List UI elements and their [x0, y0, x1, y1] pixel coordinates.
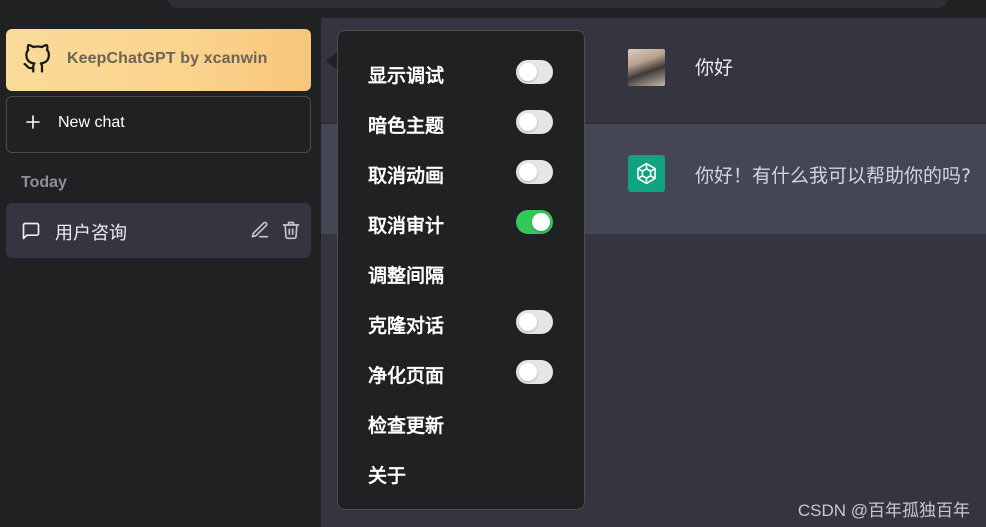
- menu-item-label: 关于: [368, 465, 407, 487]
- keepchatgpt-settings-menu: 显示调试 暗色主题 取消动画 取消审计 调整间隔 克隆对话 净化页面 检查更新 …: [337, 30, 585, 510]
- assistant-avatar: [628, 155, 665, 192]
- toggle-knob: [519, 113, 537, 131]
- toggle-knob: [532, 213, 550, 231]
- disable-audit-toggle[interactable]: [516, 210, 553, 234]
- toggle-knob: [519, 363, 537, 381]
- menu-item-clean-page[interactable]: 净化页面: [368, 357, 568, 387]
- menu-item-label: 暗色主题: [368, 115, 445, 137]
- github-icon: [23, 44, 50, 73]
- menu-item-show-debug[interactable]: 显示调试: [368, 57, 568, 87]
- openai-logo-icon: [637, 162, 656, 185]
- top-bar: [0, 0, 986, 18]
- menu-item-disable-audit[interactable]: 取消审计: [368, 207, 568, 237]
- toggle-knob: [519, 63, 537, 81]
- chat-title: 用户咨询: [55, 223, 127, 244]
- disable-animation-toggle[interactable]: [516, 160, 553, 184]
- clean-page-toggle[interactable]: [516, 360, 553, 384]
- menu-item-label: 克隆对话: [368, 315, 445, 337]
- menu-item-clone-conversation[interactable]: 克隆对话: [368, 307, 568, 337]
- chat-list-item[interactable]: 用户咨询: [6, 203, 311, 258]
- section-label-today: Today: [21, 174, 67, 191]
- menu-item-label: 取消动画: [368, 165, 445, 187]
- new-chat-button[interactable]: New chat: [6, 96, 311, 153]
- trash-icon[interactable]: [281, 220, 301, 240]
- menu-item-disable-animation[interactable]: 取消动画: [368, 157, 568, 187]
- message-square-icon: [22, 222, 40, 240]
- plus-icon: [26, 115, 40, 129]
- menu-item-label: 调整间隔: [368, 265, 445, 287]
- keepchatgpt-brand-button[interactable]: KeepChatGPT by xcanwin: [6, 29, 311, 91]
- show-debug-toggle[interactable]: [516, 60, 553, 84]
- menu-item-dark-theme[interactable]: 暗色主题: [368, 107, 568, 137]
- user-avatar: [628, 49, 665, 86]
- dark-theme-toggle[interactable]: [516, 110, 553, 134]
- menu-item-adjust-interval[interactable]: 调整间隔: [368, 257, 568, 287]
- user-message-text: 你好: [695, 57, 734, 79]
- brand-title: KeepChatGPT by xcanwin: [67, 50, 268, 67]
- pencil-icon[interactable]: [250, 220, 270, 240]
- sidebar: KeepChatGPT by xcanwin New chat Today 用户…: [0, 18, 321, 527]
- assistant-message-text: 你好！有什么我可以帮助你的吗?: [695, 165, 972, 187]
- clone-conversation-toggle[interactable]: [516, 310, 553, 334]
- toggle-knob: [519, 163, 537, 181]
- csdn-watermark: CSDN @百年孤独百年: [797, 501, 970, 520]
- menu-item-label: 显示调试: [368, 65, 445, 87]
- menu-item-check-update[interactable]: 检查更新: [368, 407, 568, 437]
- menu-pointer-arrow: [326, 52, 337, 70]
- menu-item-label: 检查更新: [368, 415, 445, 437]
- menu-item-label: 净化页面: [368, 365, 445, 387]
- top-input-pill[interactable]: [168, 0, 948, 8]
- new-chat-label: New chat: [58, 114, 125, 131]
- toggle-knob: [519, 313, 537, 331]
- menu-item-label: 取消审计: [368, 215, 445, 237]
- menu-item-about[interactable]: 关于: [368, 457, 568, 487]
